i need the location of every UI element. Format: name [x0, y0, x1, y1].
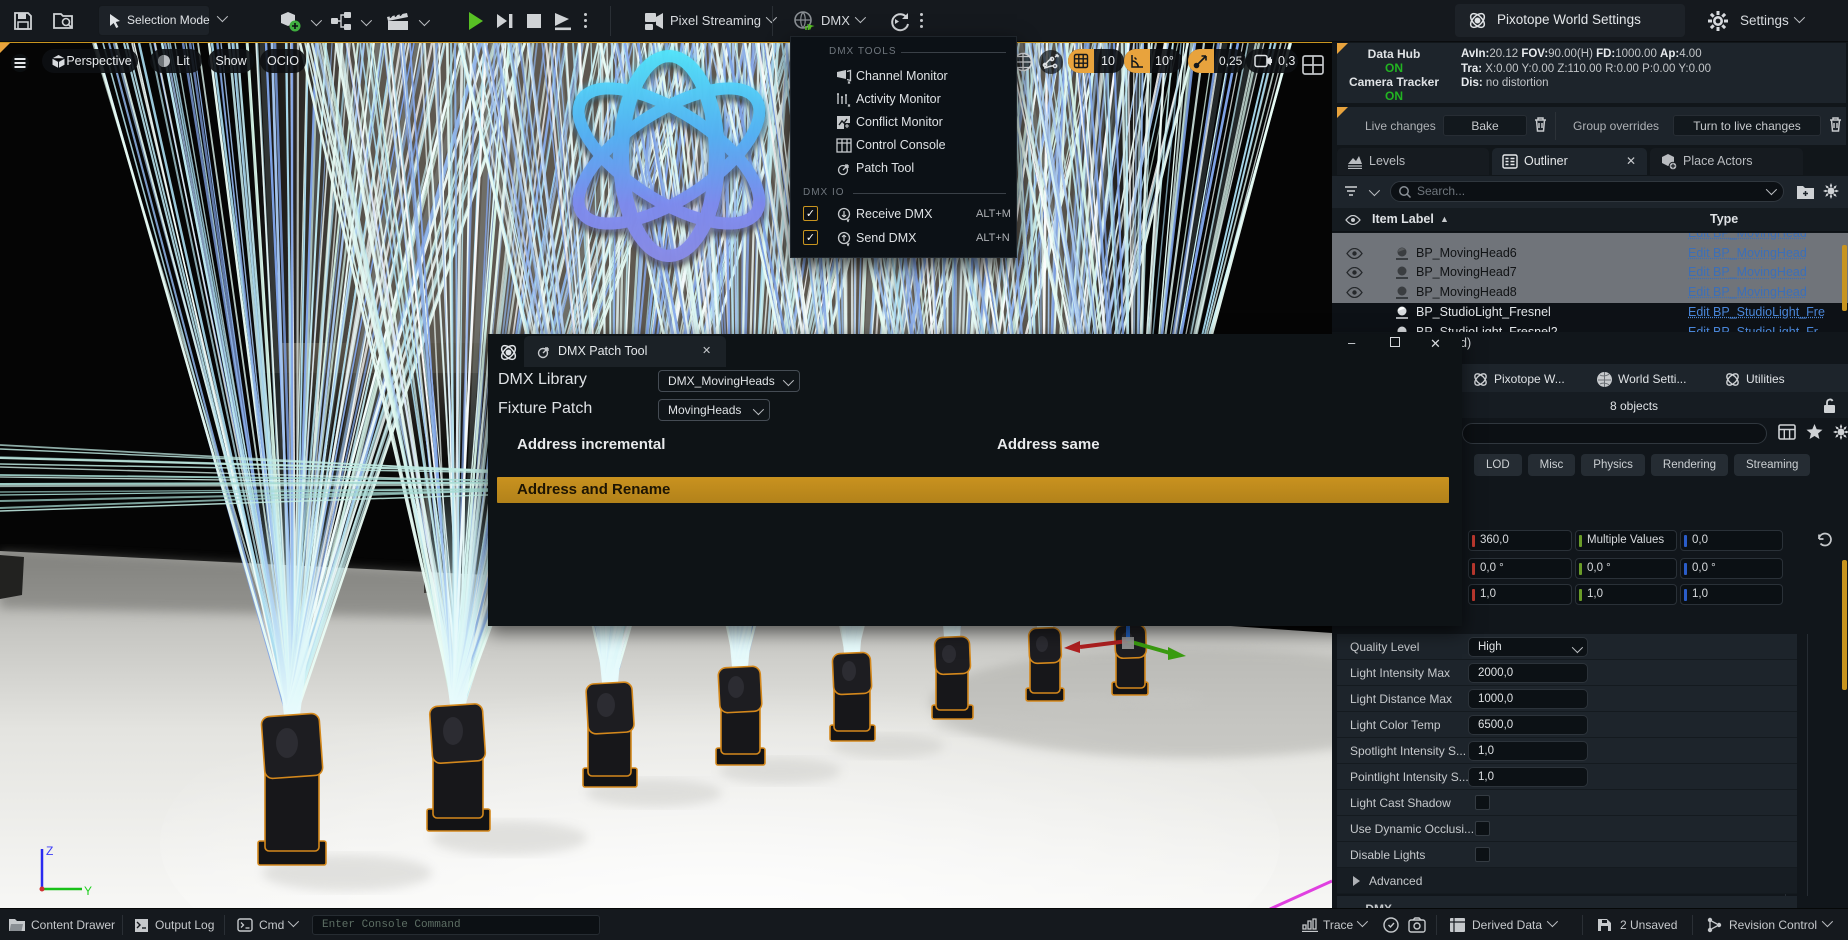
svg-text:Y: Y	[84, 884, 92, 898]
svg-text:Z: Z	[46, 844, 53, 858]
